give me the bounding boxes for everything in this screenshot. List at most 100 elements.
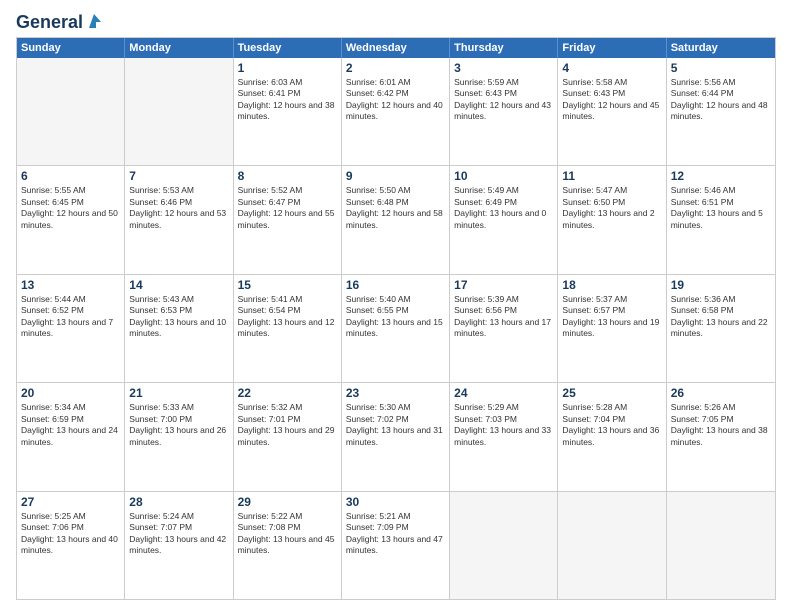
day-number: 8 [238, 169, 337, 183]
cell-detail: Sunrise: 5:33 AM Sunset: 7:00 PM Dayligh… [129, 402, 228, 448]
cell-detail: Sunrise: 5:24 AM Sunset: 7:07 PM Dayligh… [129, 511, 228, 557]
calendar-cell [558, 492, 666, 599]
calendar-cell: 15 Sunrise: 5:41 AM Sunset: 6:54 PM Dayli… [234, 275, 342, 382]
calendar-row-5: 27 Sunrise: 5:25 AM Sunset: 7:06 PM Dayli… [17, 491, 775, 599]
calendar-cell: 28 Sunrise: 5:24 AM Sunset: 7:07 PM Dayli… [125, 492, 233, 599]
calendar-cell: 17 Sunrise: 5:39 AM Sunset: 6:56 PM Dayli… [450, 275, 558, 382]
logo-icon [85, 12, 103, 30]
calendar-cell: 5Sunrise: 5:56 AM Sunset: 6:44 PM Daylig… [667, 58, 775, 165]
cell-detail: Sunrise: 5:53 AM Sunset: 6:46 PM Dayligh… [129, 185, 228, 231]
calendar-cell [125, 58, 233, 165]
day-number: 13 [21, 278, 120, 292]
cell-detail: Sunrise: 5:52 AM Sunset: 6:47 PM Dayligh… [238, 185, 337, 231]
calendar-cell [450, 492, 558, 599]
cell-detail: Sunrise: 5:40 AM Sunset: 6:55 PM Dayligh… [346, 294, 445, 340]
cell-detail: Sunrise: 5:56 AM Sunset: 6:44 PM Dayligh… [671, 77, 771, 123]
calendar-cell [17, 58, 125, 165]
cell-detail: Sunrise: 5:21 AM Sunset: 7:09 PM Dayligh… [346, 511, 445, 557]
day-number: 18 [562, 278, 661, 292]
calendar-cell: 16 Sunrise: 5:40 AM Sunset: 6:55 PM Dayli… [342, 275, 450, 382]
cell-detail: Sunrise: 5:47 AM Sunset: 6:50 PM Dayligh… [562, 185, 661, 231]
calendar-cell: 3Sunrise: 5:59 AM Sunset: 6:43 PM Daylig… [450, 58, 558, 165]
cell-detail: Sunrise: 5:46 AM Sunset: 6:51 PM Dayligh… [671, 185, 771, 231]
day-number: 28 [129, 495, 228, 509]
day-number: 7 [129, 169, 228, 183]
cell-detail: Sunrise: 5:41 AM Sunset: 6:54 PM Dayligh… [238, 294, 337, 340]
calendar: SundayMondayTuesdayWednesdayThursdayFrid… [16, 37, 776, 600]
calendar-cell: 30 Sunrise: 5:21 AM Sunset: 7:09 PM Dayli… [342, 492, 450, 599]
calendar-body: 1Sunrise: 6:03 AM Sunset: 6:41 PM Daylig… [17, 58, 775, 599]
calendar-cell: 2Sunrise: 6:01 AM Sunset: 6:42 PM Daylig… [342, 58, 450, 165]
calendar-cell: 1Sunrise: 6:03 AM Sunset: 6:41 PM Daylig… [234, 58, 342, 165]
day-number: 12 [671, 169, 771, 183]
cell-detail: Sunrise: 5:39 AM Sunset: 6:56 PM Dayligh… [454, 294, 553, 340]
calendar-cell: 14Sunrise: 5:43 AM Sunset: 6:53 PM Dayli… [125, 275, 233, 382]
calendar-cell: 4 Sunrise: 5:58 AM Sunset: 6:43 PM Daylig… [558, 58, 666, 165]
header-day-friday: Friday [558, 38, 666, 58]
header-day-monday: Monday [125, 38, 233, 58]
day-number: 20 [21, 386, 120, 400]
calendar-row-4: 20 Sunrise: 5:34 AM Sunset: 6:59 PM Dayli… [17, 382, 775, 490]
day-number: 21 [129, 386, 228, 400]
day-number: 11 [562, 169, 661, 183]
calendar-cell: 21 Sunrise: 5:33 AM Sunset: 7:00 PM Dayli… [125, 383, 233, 490]
day-number: 24 [454, 386, 553, 400]
day-number: 16 [346, 278, 445, 292]
calendar-cell: 10Sunrise: 5:49 AM Sunset: 6:49 PM Dayli… [450, 166, 558, 273]
day-number: 23 [346, 386, 445, 400]
page: General SundayMondayTuesdayWednesdayThur… [0, 0, 792, 612]
calendar-header: SundayMondayTuesdayWednesdayThursdayFrid… [17, 38, 775, 58]
calendar-cell: 6Sunrise: 5:55 AM Sunset: 6:45 PM Daylig… [17, 166, 125, 273]
header-day-tuesday: Tuesday [234, 38, 342, 58]
calendar-cell: 26 Sunrise: 5:26 AM Sunset: 7:05 PM Dayli… [667, 383, 775, 490]
calendar-cell: 11 Sunrise: 5:47 AM Sunset: 6:50 PM Dayli… [558, 166, 666, 273]
day-number: 27 [21, 495, 120, 509]
calendar-cell: 25 Sunrise: 5:28 AM Sunset: 7:04 PM Dayli… [558, 383, 666, 490]
cell-detail: Sunrise: 5:30 AM Sunset: 7:02 PM Dayligh… [346, 402, 445, 448]
cell-detail: Sunrise: 5:44 AM Sunset: 6:52 PM Dayligh… [21, 294, 120, 340]
calendar-cell: 18 Sunrise: 5:37 AM Sunset: 6:57 PM Dayli… [558, 275, 666, 382]
day-number: 14 [129, 278, 228, 292]
calendar-cell: 7 Sunrise: 5:53 AM Sunset: 6:46 PM Daylig… [125, 166, 233, 273]
cell-detail: Sunrise: 5:25 AM Sunset: 7:06 PM Dayligh… [21, 511, 120, 557]
day-number: 29 [238, 495, 337, 509]
day-number: 15 [238, 278, 337, 292]
day-number: 25 [562, 386, 661, 400]
calendar-cell: 8 Sunrise: 5:52 AM Sunset: 6:47 PM Daylig… [234, 166, 342, 273]
calendar-row-1: 1Sunrise: 6:03 AM Sunset: 6:41 PM Daylig… [17, 58, 775, 165]
cell-detail: Sunrise: 5:32 AM Sunset: 7:01 PM Dayligh… [238, 402, 337, 448]
calendar-cell: 27 Sunrise: 5:25 AM Sunset: 7:06 PM Dayli… [17, 492, 125, 599]
calendar-cell: 9 Sunrise: 5:50 AM Sunset: 6:48 PM Daylig… [342, 166, 450, 273]
cell-detail: Sunrise: 5:49 AM Sunset: 6:49 PM Dayligh… [454, 185, 553, 231]
calendar-cell: 29 Sunrise: 5:22 AM Sunset: 7:08 PM Dayli… [234, 492, 342, 599]
day-number: 17 [454, 278, 553, 292]
day-number: 9 [346, 169, 445, 183]
calendar-cell: 24 Sunrise: 5:29 AM Sunset: 7:03 PM Dayli… [450, 383, 558, 490]
day-number: 3 [454, 61, 553, 75]
header-day-thursday: Thursday [450, 38, 558, 58]
cell-detail: Sunrise: 5:22 AM Sunset: 7:08 PM Dayligh… [238, 511, 337, 557]
cell-detail: Sunrise: 5:29 AM Sunset: 7:03 PM Dayligh… [454, 402, 553, 448]
cell-detail: Sunrise: 6:01 AM Sunset: 6:42 PM Dayligh… [346, 77, 445, 123]
header-day-saturday: Saturday [667, 38, 775, 58]
day-number: 1 [238, 61, 337, 75]
cell-detail: Sunrise: 5:58 AM Sunset: 6:43 PM Dayligh… [562, 77, 661, 123]
day-number: 22 [238, 386, 337, 400]
cell-detail: Sunrise: 5:34 AM Sunset: 6:59 PM Dayligh… [21, 402, 120, 448]
day-number: 30 [346, 495, 445, 509]
calendar-cell [667, 492, 775, 599]
cell-detail: Sunrise: 5:55 AM Sunset: 6:45 PM Dayligh… [21, 185, 120, 231]
day-number: 26 [671, 386, 771, 400]
cell-detail: Sunrise: 5:37 AM Sunset: 6:57 PM Dayligh… [562, 294, 661, 340]
cell-detail: Sunrise: 5:28 AM Sunset: 7:04 PM Dayligh… [562, 402, 661, 448]
cell-detail: Sunrise: 5:36 AM Sunset: 6:58 PM Dayligh… [671, 294, 771, 340]
day-number: 19 [671, 278, 771, 292]
cell-detail: Sunrise: 5:50 AM Sunset: 6:48 PM Dayligh… [346, 185, 445, 231]
calendar-row-3: 13 Sunrise: 5:44 AM Sunset: 6:52 PM Dayli… [17, 274, 775, 382]
calendar-cell: 22 Sunrise: 5:32 AM Sunset: 7:01 PM Dayli… [234, 383, 342, 490]
calendar-row-2: 6Sunrise: 5:55 AM Sunset: 6:45 PM Daylig… [17, 165, 775, 273]
calendar-cell: 13 Sunrise: 5:44 AM Sunset: 6:52 PM Dayli… [17, 275, 125, 382]
logo: General [16, 12, 103, 29]
cell-detail: Sunrise: 5:26 AM Sunset: 7:05 PM Dayligh… [671, 402, 771, 448]
day-number: 4 [562, 61, 661, 75]
